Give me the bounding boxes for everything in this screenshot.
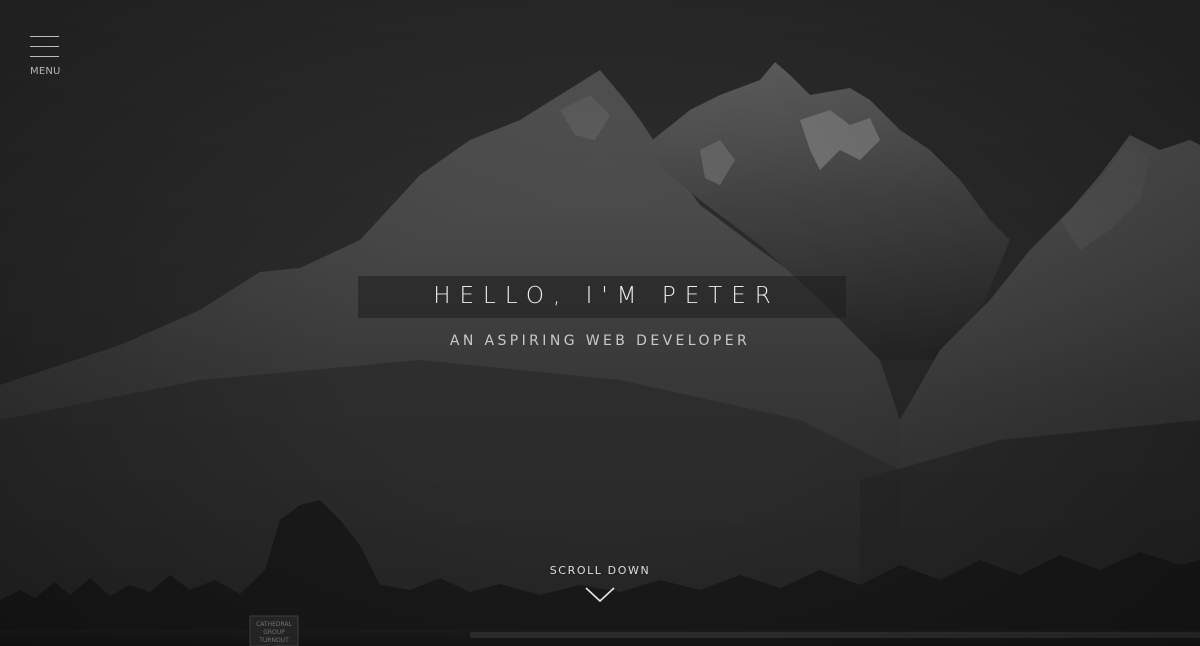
sign-line-1: CATHEDRAL	[256, 621, 292, 628]
mountain-background-image: CATHEDRAL GROUP TURNOUT	[0, 62, 1200, 646]
menu-button[interactable]: MENU	[30, 36, 60, 77]
chevron-down-icon[interactable]	[584, 586, 616, 604]
hamburger-icon[interactable]	[30, 36, 60, 57]
roadside-sign: CATHEDRAL GROUP TURNOUT	[249, 615, 299, 646]
hero-title: HELLO, I'M PETER	[433, 283, 780, 309]
sign-line-2: GROUP	[263, 629, 285, 636]
scroll-down-label[interactable]: SCROLL DOWN	[520, 564, 680, 577]
menu-label[interactable]: MENU	[30, 66, 60, 77]
hero-subtitle: AN ASPIRING WEB DEVELOPER	[449, 333, 751, 349]
sign-line-3: TURNOUT	[258, 637, 289, 644]
title-box: HELLO, I'M PETER	[358, 276, 846, 318]
scroll-down-button[interactable]: SCROLL DOWN	[520, 564, 680, 604]
hero-section: CATHEDRAL GROUP TURNOUT MENU HELLO, I'M …	[0, 0, 1200, 646]
